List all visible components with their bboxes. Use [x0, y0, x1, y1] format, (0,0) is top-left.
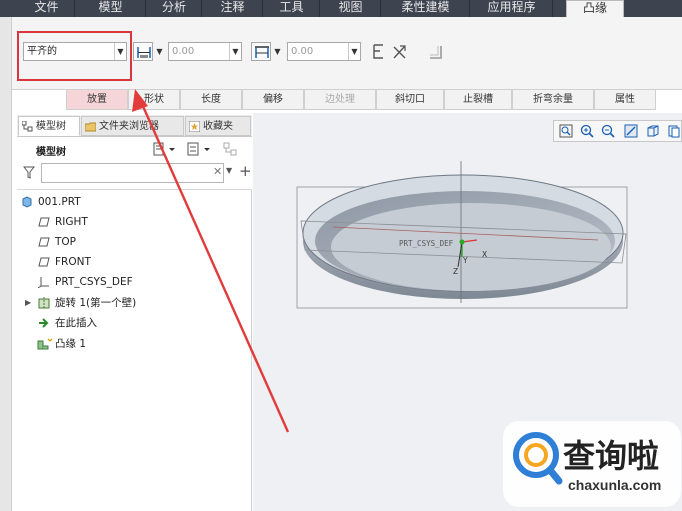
- logo-brand-text: 查询啦: [563, 437, 659, 475]
- watermark-logo: 查询啦 chaxunla.com: [503, 421, 681, 507]
- logo-domain-text: chaxunla.com: [568, 477, 661, 493]
- logo-graphic: 查询啦 chaxunla.com: [503, 421, 681, 507]
